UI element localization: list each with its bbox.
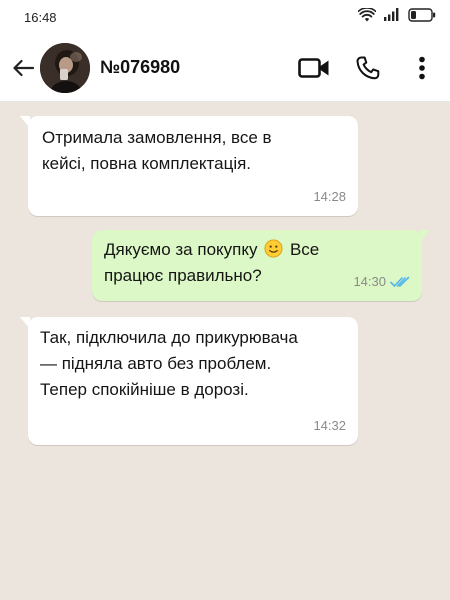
message-meta: 14:30 xyxy=(353,269,410,295)
video-camera-icon xyxy=(298,58,329,78)
more-vertical-icon xyxy=(419,56,425,80)
arrow-left-icon xyxy=(13,59,34,76)
status-icons xyxy=(357,6,436,27)
message-meta: 14:28 xyxy=(313,184,346,210)
message-incoming[interactable]: Отримала замовлення, все в кейсі, повна … xyxy=(20,116,358,216)
slightly-smiling-face-emoji-icon xyxy=(264,239,283,258)
message-text-line: — підняла авто без проблем. xyxy=(40,354,272,373)
chat-header: №076980 xyxy=(0,34,450,102)
message-incoming[interactable]: Так, підключила до прикурювача — підняла… xyxy=(20,317,358,445)
message-text: Дякуємо за покупку xyxy=(104,240,258,259)
avatar[interactable] xyxy=(40,42,90,93)
message-time: 14:32 xyxy=(313,418,346,433)
status-bar: 16:48 xyxy=(0,0,450,34)
bubble-tail xyxy=(20,116,30,128)
message-text: Все xyxy=(289,240,320,259)
contact-photo xyxy=(40,42,90,93)
bubble-tail xyxy=(20,317,30,329)
message-meta: 14:32 xyxy=(313,413,346,439)
message-text-line: Тепер спокійніше в дорозі. xyxy=(40,380,249,399)
message-text-line: Отримала замовлення, все в xyxy=(42,128,272,147)
cellular-signal-icon xyxy=(384,8,400,26)
video-call-button[interactable] xyxy=(296,50,332,86)
message-time: 14:28 xyxy=(313,189,346,204)
message-text-line: кейсі, повна комплектація. xyxy=(42,154,252,173)
message-text-line: Так, підключила до прикурювача xyxy=(40,328,298,347)
header-actions xyxy=(296,34,440,102)
battery-icon xyxy=(408,7,436,27)
message-time: 14:30 xyxy=(353,274,386,289)
wifi-icon xyxy=(357,6,377,27)
chat-area: Отримала замовлення, все в кейсі, повна … xyxy=(0,103,450,600)
back-button[interactable] xyxy=(8,53,38,83)
voice-call-button[interactable] xyxy=(350,50,386,86)
message-text-line: Дякуємо за покупку Все xyxy=(104,237,410,263)
more-options-button[interactable] xyxy=(404,50,440,86)
phone-icon xyxy=(356,56,380,80)
status-time: 16:48 xyxy=(24,9,57,25)
double-check-read-icon xyxy=(390,276,410,287)
contact-name[interactable]: №076980 xyxy=(100,57,180,78)
message-outgoing[interactable]: Дякуємо за покупку Все працює правильно?… xyxy=(92,230,430,301)
bubble-tail xyxy=(420,230,430,242)
